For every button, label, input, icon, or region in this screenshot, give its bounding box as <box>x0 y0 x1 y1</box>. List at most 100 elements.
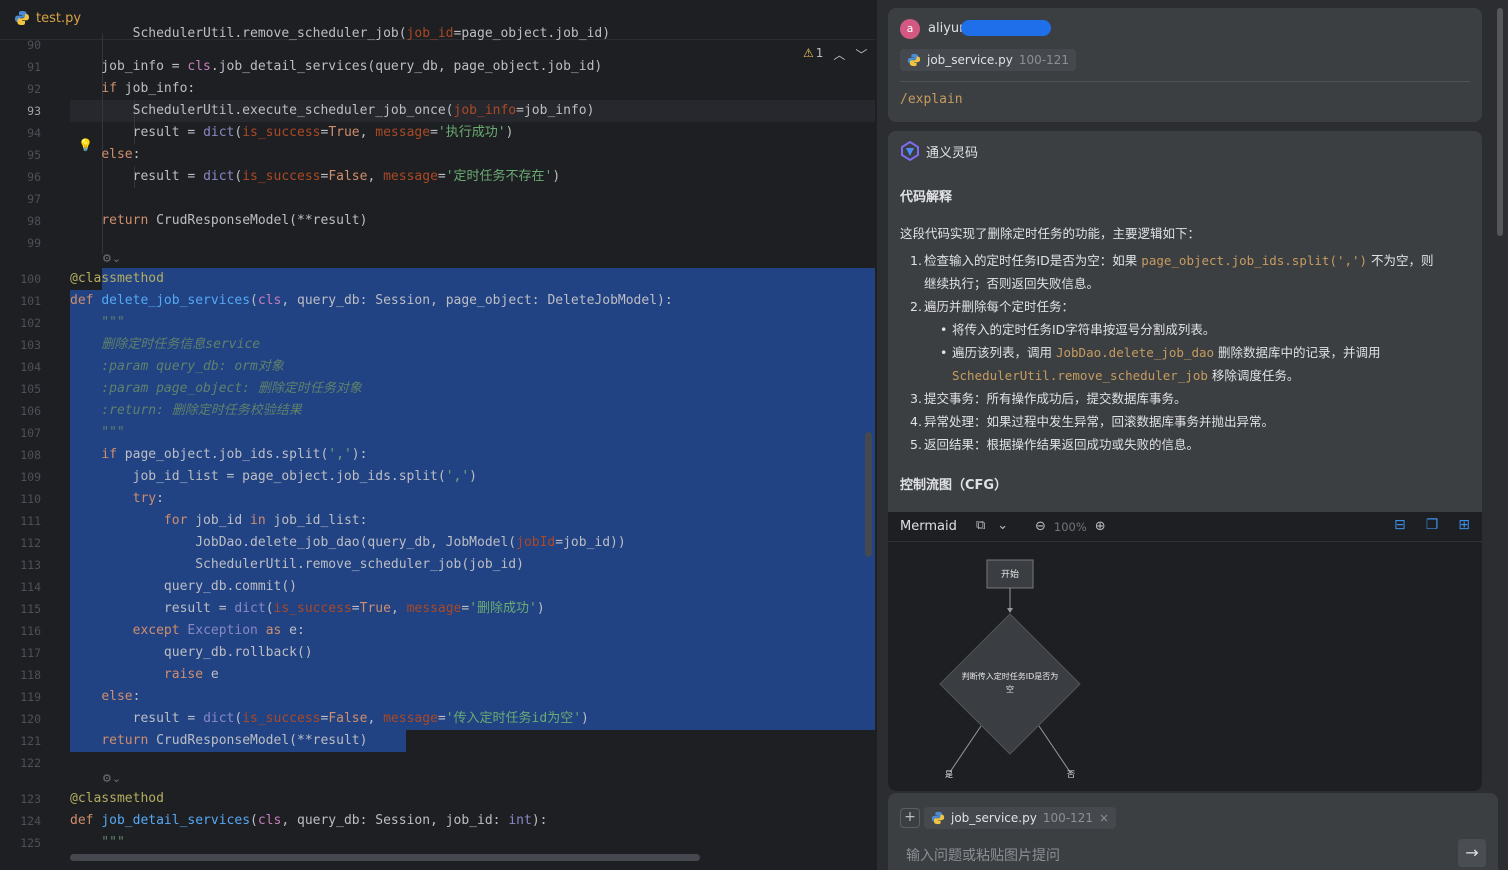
list-number: 1. <box>910 253 922 268</box>
zoom-controls: ⊖ 100% ⊕ <box>1035 519 1106 534</box>
zoom-out-icon[interactable]: ⊖ <box>1035 519 1046 534</box>
code-line[interactable]: return CrudResponseModel(**result) <box>70 730 875 752</box>
line-number: 101 <box>20 294 41 308</box>
file-context-chip[interactable]: job_service.py 100-121 × <box>924 807 1117 829</box>
inline-code: JobDao.delete_job_dao <box>1055 345 1215 360</box>
code-line[interactable]: query_db.commit() <box>70 576 875 598</box>
mermaid-diagram: Mermaid ⧉ ⌄ ⊖ 100% ⊕ ⊟ ❐ ⊞ 开始 判断传入定时任务ID… <box>888 512 1482 791</box>
ai-response-card: 通义灵码 代码解释 这段代码实现了删除定时任务的功能，主要逻辑如下： 1. 检查… <box>888 131 1482 791</box>
code-line[interactable]: job_id_list = page_object.job_ids.split(… <box>70 466 875 488</box>
line-number: 93 <box>27 104 41 118</box>
code-line[interactable]: """ <box>70 422 875 444</box>
sub-list-item: • 将传入的定时任务ID字符串按逗号分割成列表。 <box>900 318 1468 341</box>
code-line[interactable]: SchedulerUtil.execute_scheduler_job_once… <box>70 100 875 122</box>
list-item: 2. 遍历并删除每个定时任务： <box>900 295 1468 318</box>
line-number: 113 <box>20 558 41 572</box>
code-line[interactable]: result = dict(is_success=False, message=… <box>70 708 875 730</box>
chip-line-range: 100-121 <box>1042 811 1093 825</box>
code-line[interactable]: if page_object.job_ids.split(','): <box>70 444 875 466</box>
line-number: 106 <box>20 404 41 418</box>
send-button[interactable]: → <box>1458 839 1486 867</box>
slash-command: /explain <box>900 92 963 107</box>
code-line[interactable]: """ <box>70 832 875 854</box>
insert-icon[interactable]: ⊞ <box>1458 517 1470 533</box>
tongyi-logo-icon <box>901 141 919 161</box>
code-area[interactable]: 💡 ⚙⌄ ⚙⌄ 90 91 92 93 94 95 96 97 98 99 10… <box>0 26 875 870</box>
line-number: 94 <box>27 126 41 140</box>
decision-label-line2: 空 <box>1006 684 1014 694</box>
code-line[interactable]: SchedulerUtil.remove_scheduler_job(job_i… <box>70 23 875 45</box>
vertical-scrollbar[interactable] <box>865 432 872 557</box>
code-line[interactable]: SchedulerUtil.remove_scheduler_job(job_i… <box>70 554 875 576</box>
code-line[interactable]: """ <box>70 312 875 334</box>
code-line[interactable]: for job_id in job_id_list: <box>70 510 875 532</box>
chat-input-box[interactable]: + job_service.py 100-121 × 输入问题或粘贴图片提问 → <box>888 793 1498 870</box>
copy-icon[interactable]: ❐ <box>1426 517 1439 533</box>
code-line[interactable]: :return: 删除定时任务校验结果 <box>70 400 875 422</box>
ai-action-icon[interactable]: ⚙⌄ <box>102 252 121 265</box>
layout-icon[interactable]: ⊟ <box>1394 517 1406 533</box>
list-number: 4. <box>910 414 922 429</box>
list-text: 提交事务：所有操作成功后，提交数据库事务。 <box>924 391 1187 406</box>
mermaid-actions: ⊟ ❐ ⊞ <box>1394 517 1470 533</box>
copy-view-icon[interactable]: ⧉ <box>976 518 985 533</box>
line-number: 103 <box>20 338 41 352</box>
code-line[interactable]: 删除定时任务信息service <box>70 334 875 356</box>
code-line[interactable]: def job_detail_services(cls, query_db: S… <box>70 810 875 832</box>
code-line[interactable]: if job_info: <box>70 78 875 100</box>
chat-input-placeholder[interactable]: 输入问题或粘贴图片提问 <box>906 845 1060 865</box>
code-line[interactable]: :param query_db: orm对象 <box>70 356 875 378</box>
line-number: 97 <box>27 192 41 206</box>
line-number: 120 <box>20 712 41 726</box>
code-line[interactable]: raise e <box>70 664 875 686</box>
close-icon[interactable]: × <box>1099 811 1109 825</box>
line-number: 112 <box>20 536 41 550</box>
chip-line-range: 100-121 <box>1018 53 1069 67</box>
line-number: 116 <box>20 624 41 638</box>
code-line[interactable]: result = dict(is_success=True, message='… <box>70 122 875 144</box>
inline-code: SchedulerUtil.remove_scheduler_job <box>952 368 1208 383</box>
code-line[interactable]: result = dict(is_success=True, message='… <box>70 598 875 620</box>
code-line[interactable]: JobDao.delete_job_dao(query_db, JobModel… <box>70 532 875 554</box>
ai-action-icon[interactable]: ⚙⌄ <box>102 772 121 785</box>
list-number: 3. <box>910 391 922 406</box>
add-context-button[interactable]: + <box>900 808 920 828</box>
line-number: 115 <box>20 602 41 616</box>
code-line[interactable]: def delete_job_services(cls, query_db: S… <box>70 290 875 312</box>
code-line[interactable]: else: <box>70 686 875 708</box>
user-message-card: a aliyun job_service.py 100-121 /explain <box>888 8 1482 122</box>
code-line[interactable]: :param page_object: 删除定时任务对象 <box>70 378 875 400</box>
code-line[interactable]: try: <box>70 488 875 510</box>
chevron-down-icon[interactable]: ⌄ <box>997 518 1008 533</box>
line-number: 92 <box>27 82 41 96</box>
line-number: 108 <box>20 448 41 462</box>
section-title: 控制流图（CFG） <box>900 478 1008 493</box>
avatar: a <box>900 19 920 39</box>
chip-filename: job_service.py <box>927 53 1013 67</box>
zoom-in-icon[interactable]: ⊕ <box>1095 519 1106 534</box>
zoom-level: 100% <box>1053 519 1087 534</box>
code-line[interactable]: job_info = cls.job_detail_services(query… <box>70 56 875 78</box>
edge-label-no: 否 <box>1067 770 1075 779</box>
line-number: 96 <box>27 170 41 184</box>
file-reference-chip[interactable]: job_service.py 100-121 <box>900 49 1076 71</box>
panel-scrollbar[interactable] <box>1497 8 1503 236</box>
code-line[interactable]: @classmethod <box>70 788 875 810</box>
line-number: 109 <box>20 470 41 484</box>
code-line[interactable]: else: <box>70 144 875 166</box>
line-number: 121 <box>20 734 41 748</box>
code-line[interactable]: except Exception as e: <box>70 620 875 642</box>
line-number: 124 <box>20 814 41 828</box>
code-line[interactable]: query_db.rollback() <box>70 642 875 664</box>
line-number: 122 <box>20 756 41 770</box>
code-editor[interactable]: test.py ⚠ 1 ︿ ﹀ 💡 ⚙⌄ ⚙⌄ 90 91 92 93 94 95… <box>0 0 875 870</box>
code-line[interactable]: return CrudResponseModel(**result) <box>70 210 875 232</box>
line-number: 104 <box>20 360 41 374</box>
ai-assistant-panel: a aliyun job_service.py 100-121 /explain… <box>876 0 1508 870</box>
horizontal-scrollbar[interactable] <box>70 854 700 861</box>
code-line[interactable]: result = dict(is_success=False, message=… <box>70 166 875 188</box>
code-line[interactable]: @classmethod <box>70 268 875 290</box>
mermaid-toolbar: Mermaid ⧉ ⌄ ⊖ 100% ⊕ ⊟ ❐ ⊞ <box>888 512 1482 542</box>
edge-label-yes: 是 <box>945 770 953 779</box>
line-number: 117 <box>20 646 41 660</box>
